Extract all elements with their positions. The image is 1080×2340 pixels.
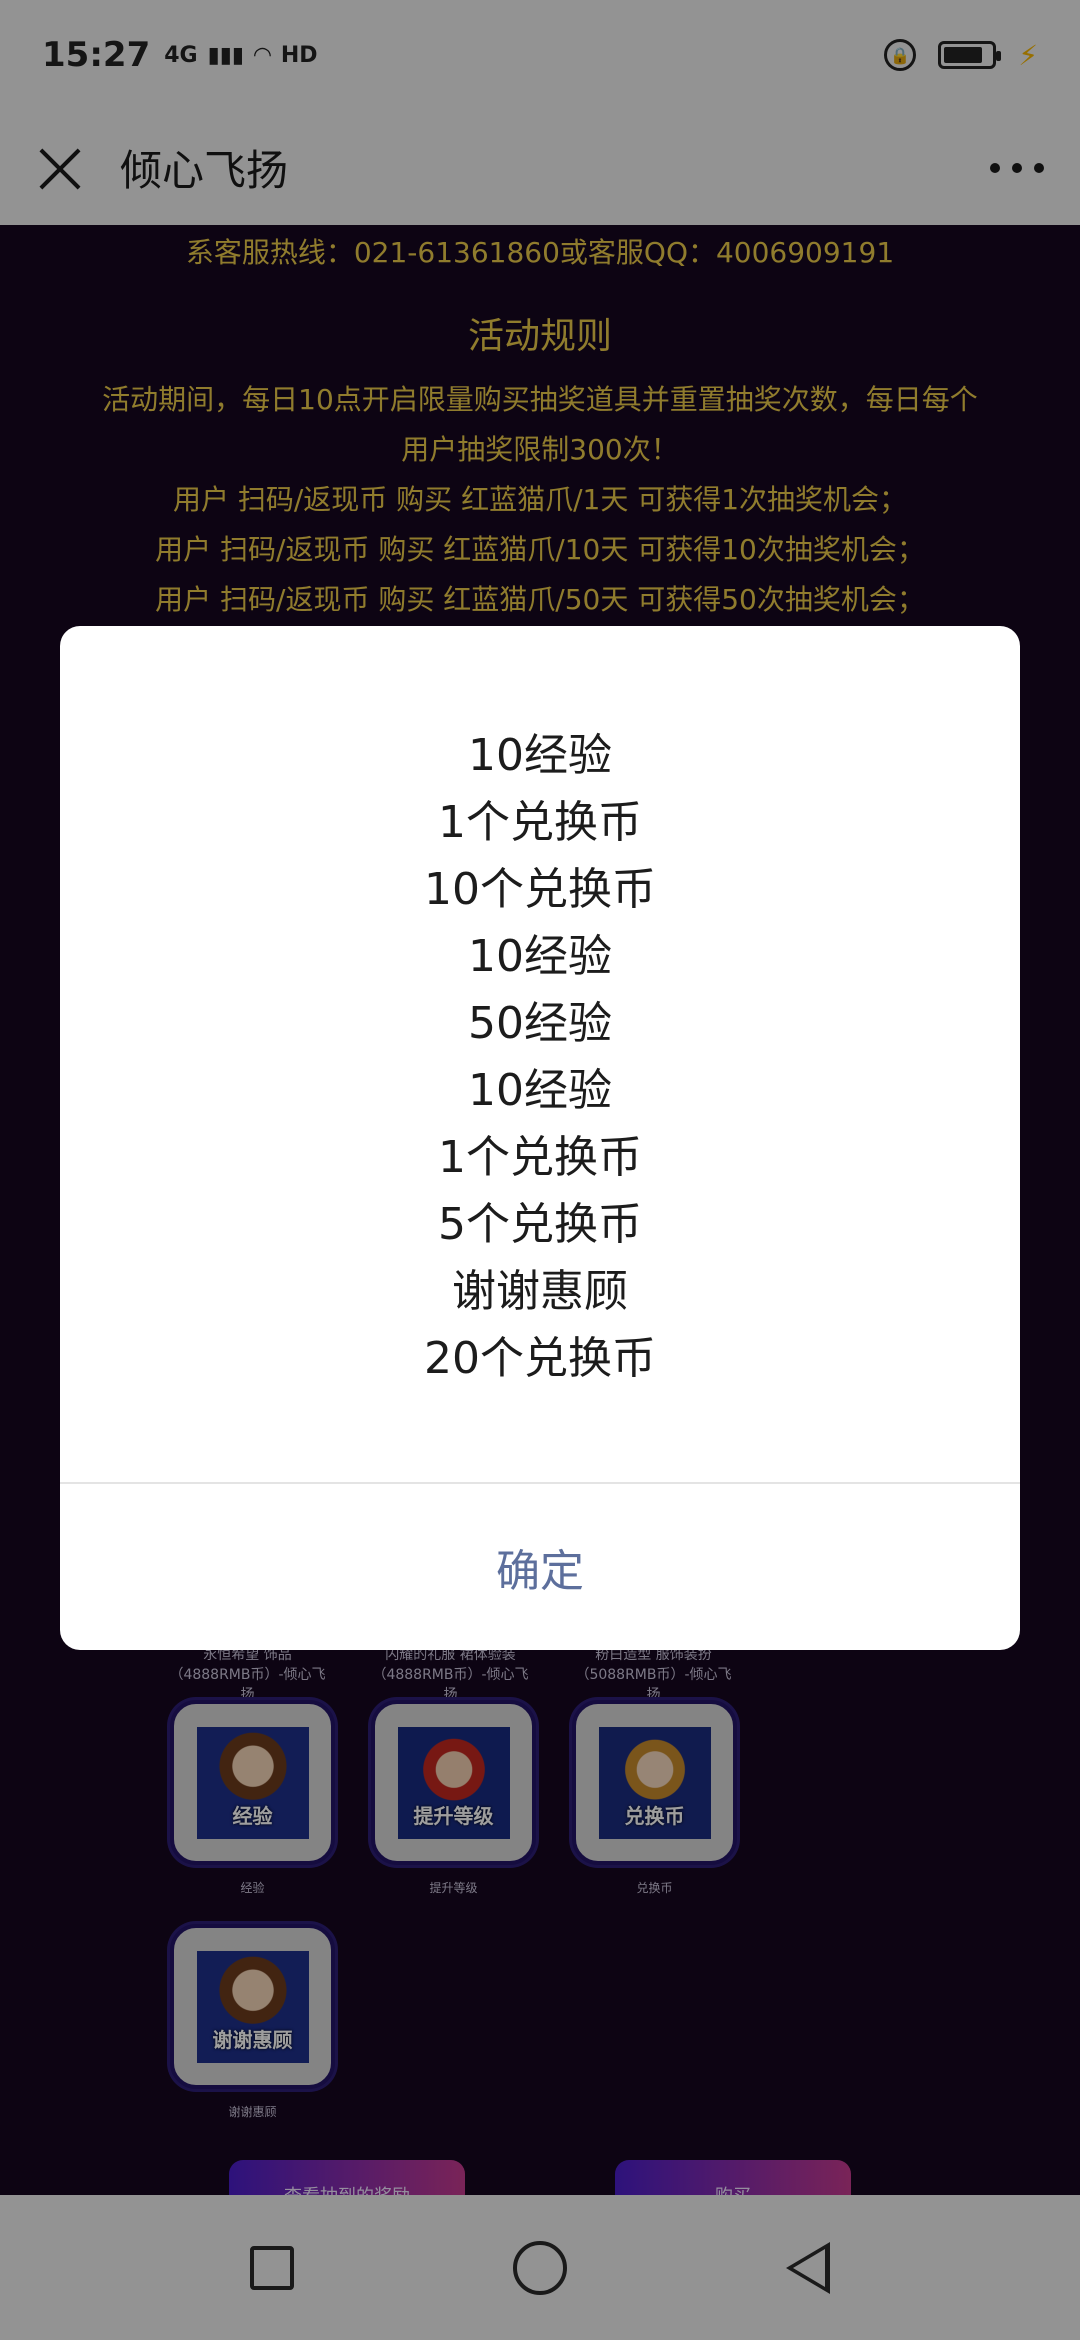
result-item: 50经验: [468, 998, 612, 1049]
result-item: 10个兑换币: [424, 864, 656, 915]
confirm-button[interactable]: 确定: [60, 1484, 1020, 1650]
result-list: 10经验 1个兑换币 10个兑换币 10经验 50经验 10经验 1个兑换币 5…: [60, 626, 1020, 1482]
result-item: 谢谢惠顾: [452, 1266, 628, 1317]
result-item: 10经验: [468, 1065, 612, 1116]
result-item: 1个兑换币: [438, 797, 642, 848]
result-item: 10经验: [468, 730, 612, 781]
result-item: 5个兑换币: [438, 1199, 642, 1250]
result-item: 20个兑换币: [424, 1333, 656, 1384]
lottery-result-dialog: 10经验 1个兑换币 10个兑换币 10经验 50经验 10经验 1个兑换币 5…: [60, 626, 1020, 1650]
result-item: 1个兑换币: [438, 1132, 642, 1183]
result-item: 10经验: [468, 931, 612, 982]
